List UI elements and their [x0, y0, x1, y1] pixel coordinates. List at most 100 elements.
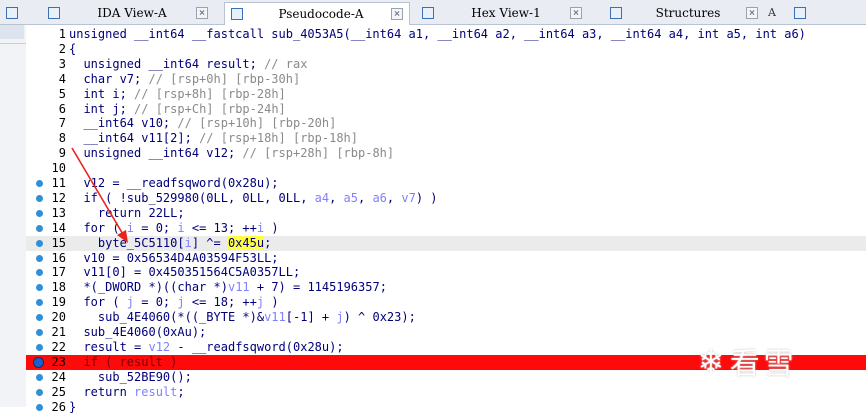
code-line[interactable]: 13 return 22LL;: [26, 206, 866, 221]
line-number: 6: [58, 101, 66, 116]
line-number: 19: [51, 295, 66, 310]
code-line[interactable]: 6 int j; // [rsp+Ch] [rbp-24h]: [26, 102, 866, 117]
code-text[interactable]: sub_4E4060(*((_BYTE *)&v11[-1] + j) ^ 0x…: [69, 310, 416, 325]
line-number: 22: [51, 339, 66, 354]
code-text[interactable]: result = v12 - __readfsqword(0x28u);: [69, 340, 343, 355]
code-text[interactable]: unsigned __int64 v12; // [rsp+28h] [rbp-…: [69, 146, 394, 161]
code-text[interactable]: {: [69, 42, 76, 57]
close-icon[interactable]: [196, 6, 208, 19]
code-text[interactable]: v12 = __readfsqword(0x28u);: [69, 176, 278, 191]
code-text[interactable]: return 22LL;: [69, 206, 185, 221]
left-panel-strip: [0, 25, 26, 407]
code-line[interactable]: 5 int i; // [rsp+8h] [rbp-28h]: [26, 87, 866, 102]
line-number: 18: [51, 280, 66, 295]
line-number: 23: [51, 354, 66, 369]
line-number: 25: [51, 384, 66, 399]
close-icon[interactable]: [746, 6, 759, 19]
code-text[interactable]: unsigned __int64 __fastcall sub_4053A5(_…: [69, 27, 806, 42]
code-line[interactable]: 14 for ( i = 0; i <= 13; ++i ): [26, 221, 866, 236]
pseudocode-icon: [231, 8, 243, 20]
code-line[interactable]: 7 __int64 v10; // [rsp+10h] [rbp-20h]: [26, 116, 866, 131]
line-number: 10: [51, 161, 66, 176]
code-text[interactable]: unsigned __int64 result; // rax: [69, 57, 307, 72]
line-number: 2: [58, 41, 66, 56]
tab-label: Hex View-1: [471, 5, 541, 20]
code-text[interactable]: byte_5C5110[i] ^= 0x45u;: [69, 235, 271, 251]
code-line[interactable]: 10: [26, 161, 866, 176]
tab-label: IDA View-A: [97, 5, 167, 20]
code-text[interactable]: for ( j = 0; j <= 18; ++j ): [69, 295, 278, 310]
code-text[interactable]: for ( i = 0; i <= 13; ++i ): [69, 221, 278, 236]
line-number: 20: [51, 310, 66, 325]
code-line[interactable]: 18 *(_DWORD *)((char *)v11 + 7) = 114519…: [26, 280, 866, 295]
graph-view-icon: [48, 6, 60, 19]
line-number: 21: [51, 325, 66, 339]
graph-icon: [6, 6, 18, 19]
line-number: 24: [51, 369, 66, 384]
code-line[interactable]: 9 unsigned __int64 v12; // [rsp+28h] [rb…: [26, 146, 866, 161]
code-line[interactable]: 2{: [26, 42, 866, 57]
tab-label: Structures: [655, 5, 721, 20]
code-line[interactable]: 16 v10 = 0x56534D4A03594F53LL;: [26, 251, 866, 266]
tab-pseudocode-a[interactable]: Pseudocode-A: [224, 2, 410, 25]
line-number: 16: [51, 250, 66, 265]
code-text[interactable]: sub_52BE90();: [69, 370, 192, 385]
watermark-text: 看雪: [729, 347, 798, 382]
hex-view-icon: [422, 6, 434, 19]
code-text[interactable]: return result;: [69, 385, 184, 400]
line-number: 4: [58, 71, 66, 86]
code-text[interactable]: __int64 v10; // [rsp+10h] [rbp-20h]: [69, 116, 336, 131]
line-number: 14: [51, 220, 66, 235]
close-icon[interactable]: [570, 6, 582, 19]
line-number: 3: [58, 56, 66, 71]
line-number: 7: [58, 116, 66, 131]
code-text[interactable]: char v7; // [rsp+0h] [rbp-30h]: [69, 72, 300, 87]
code-text[interactable]: }: [69, 400, 76, 415]
code-text[interactable]: if ( result ): [69, 355, 177, 370]
tab-suffix: A: [768, 6, 776, 19]
code-text[interactable]: v10 = 0x56534D4A03594F53LL;: [69, 251, 278, 266]
line-number: 1: [58, 27, 66, 41]
tab-hex-view-1[interactable]: Hex View-1: [416, 2, 588, 23]
code-line[interactable]: 11 v12 = __readfsqword(0x28u);: [26, 176, 866, 191]
line-number: 11: [51, 176, 66, 190]
code-text[interactable]: sub_4E4060(0xAu);: [69, 325, 206, 340]
code-line[interactable]: 4 char v7; // [rsp+0h] [rbp-30h]: [26, 72, 866, 87]
line-number: 15: [51, 235, 66, 250]
line-number: 12: [51, 190, 66, 205]
code-line[interactable]: 17 v11[0] = 0x450351564C5A0357LL;: [26, 265, 866, 280]
code-line[interactable]: 26}: [26, 400, 866, 415]
line-number: 9: [58, 146, 66, 161]
tab-bar: IDA View-A Pseudocode-A Hex View-1 Struc…: [0, 0, 866, 25]
code-text[interactable]: int i; // [rsp+8h] [rbp-28h]: [69, 87, 285, 102]
left-panel-divider: [0, 43, 26, 44]
left-panel-selection: [0, 25, 24, 39]
structures-icon: [610, 6, 622, 19]
code-line[interactable]: 8 __int64 v11[2]; // [rsp+18h] [rbp-18h]: [26, 131, 866, 146]
code-line[interactable]: 25 return result;: [26, 385, 866, 400]
code-text[interactable]: __int64 v11[2]; // [rsp+18h] [rbp-18h]: [69, 131, 358, 146]
code-text[interactable]: int j; // [rsp+Ch] [rbp-24h]: [69, 102, 285, 117]
code-line[interactable]: 3 unsigned __int64 result; // rax: [26, 57, 866, 72]
code-text[interactable]: *(_DWORD *)((char *)v11 + 7) = 114519635…: [69, 280, 387, 295]
line-number: 13: [51, 205, 66, 220]
code-line[interactable]: 12 if ( !sub_529980(0LL, 0LL, 0LL, a4, a…: [26, 191, 866, 206]
code-line[interactable]: 15 byte_5C5110[i] ^= 0x45u;: [26, 235, 866, 251]
tab-enums[interactable]: [788, 2, 866, 23]
code-text[interactable]: if ( !sub_529980(0LL, 0LL, 0LL, a4, a5, …: [69, 191, 437, 206]
line-number: 26: [51, 399, 66, 414]
tab-label: Pseudocode-A: [278, 7, 364, 21]
code-line[interactable]: 19 for ( j = 0; j <= 18; ++j ): [26, 295, 866, 310]
code-line[interactable]: 1 unsigned __int64 __fastcall sub_4053A5(…: [26, 27, 866, 42]
close-icon[interactable]: [391, 8, 403, 20]
tab-ida-view-a[interactable]: IDA View-A: [42, 2, 214, 23]
enums-icon: [794, 6, 806, 19]
line-number: 5: [58, 86, 66, 101]
line-number: 17: [51, 265, 66, 280]
code-line[interactable]: 20 sub_4E4060(*((_BYTE *)&v11[-1] + j) ^…: [26, 310, 866, 325]
snowflake-icon: ❄: [700, 340, 722, 382]
tab-previous[interactable]: [0, 2, 42, 23]
tab-structures[interactable]: Structures A: [604, 2, 776, 23]
watermark: ❄ 看雪: [700, 336, 860, 386]
code-text[interactable]: v11[0] = 0x450351564C5A0357LL;: [69, 265, 300, 280]
